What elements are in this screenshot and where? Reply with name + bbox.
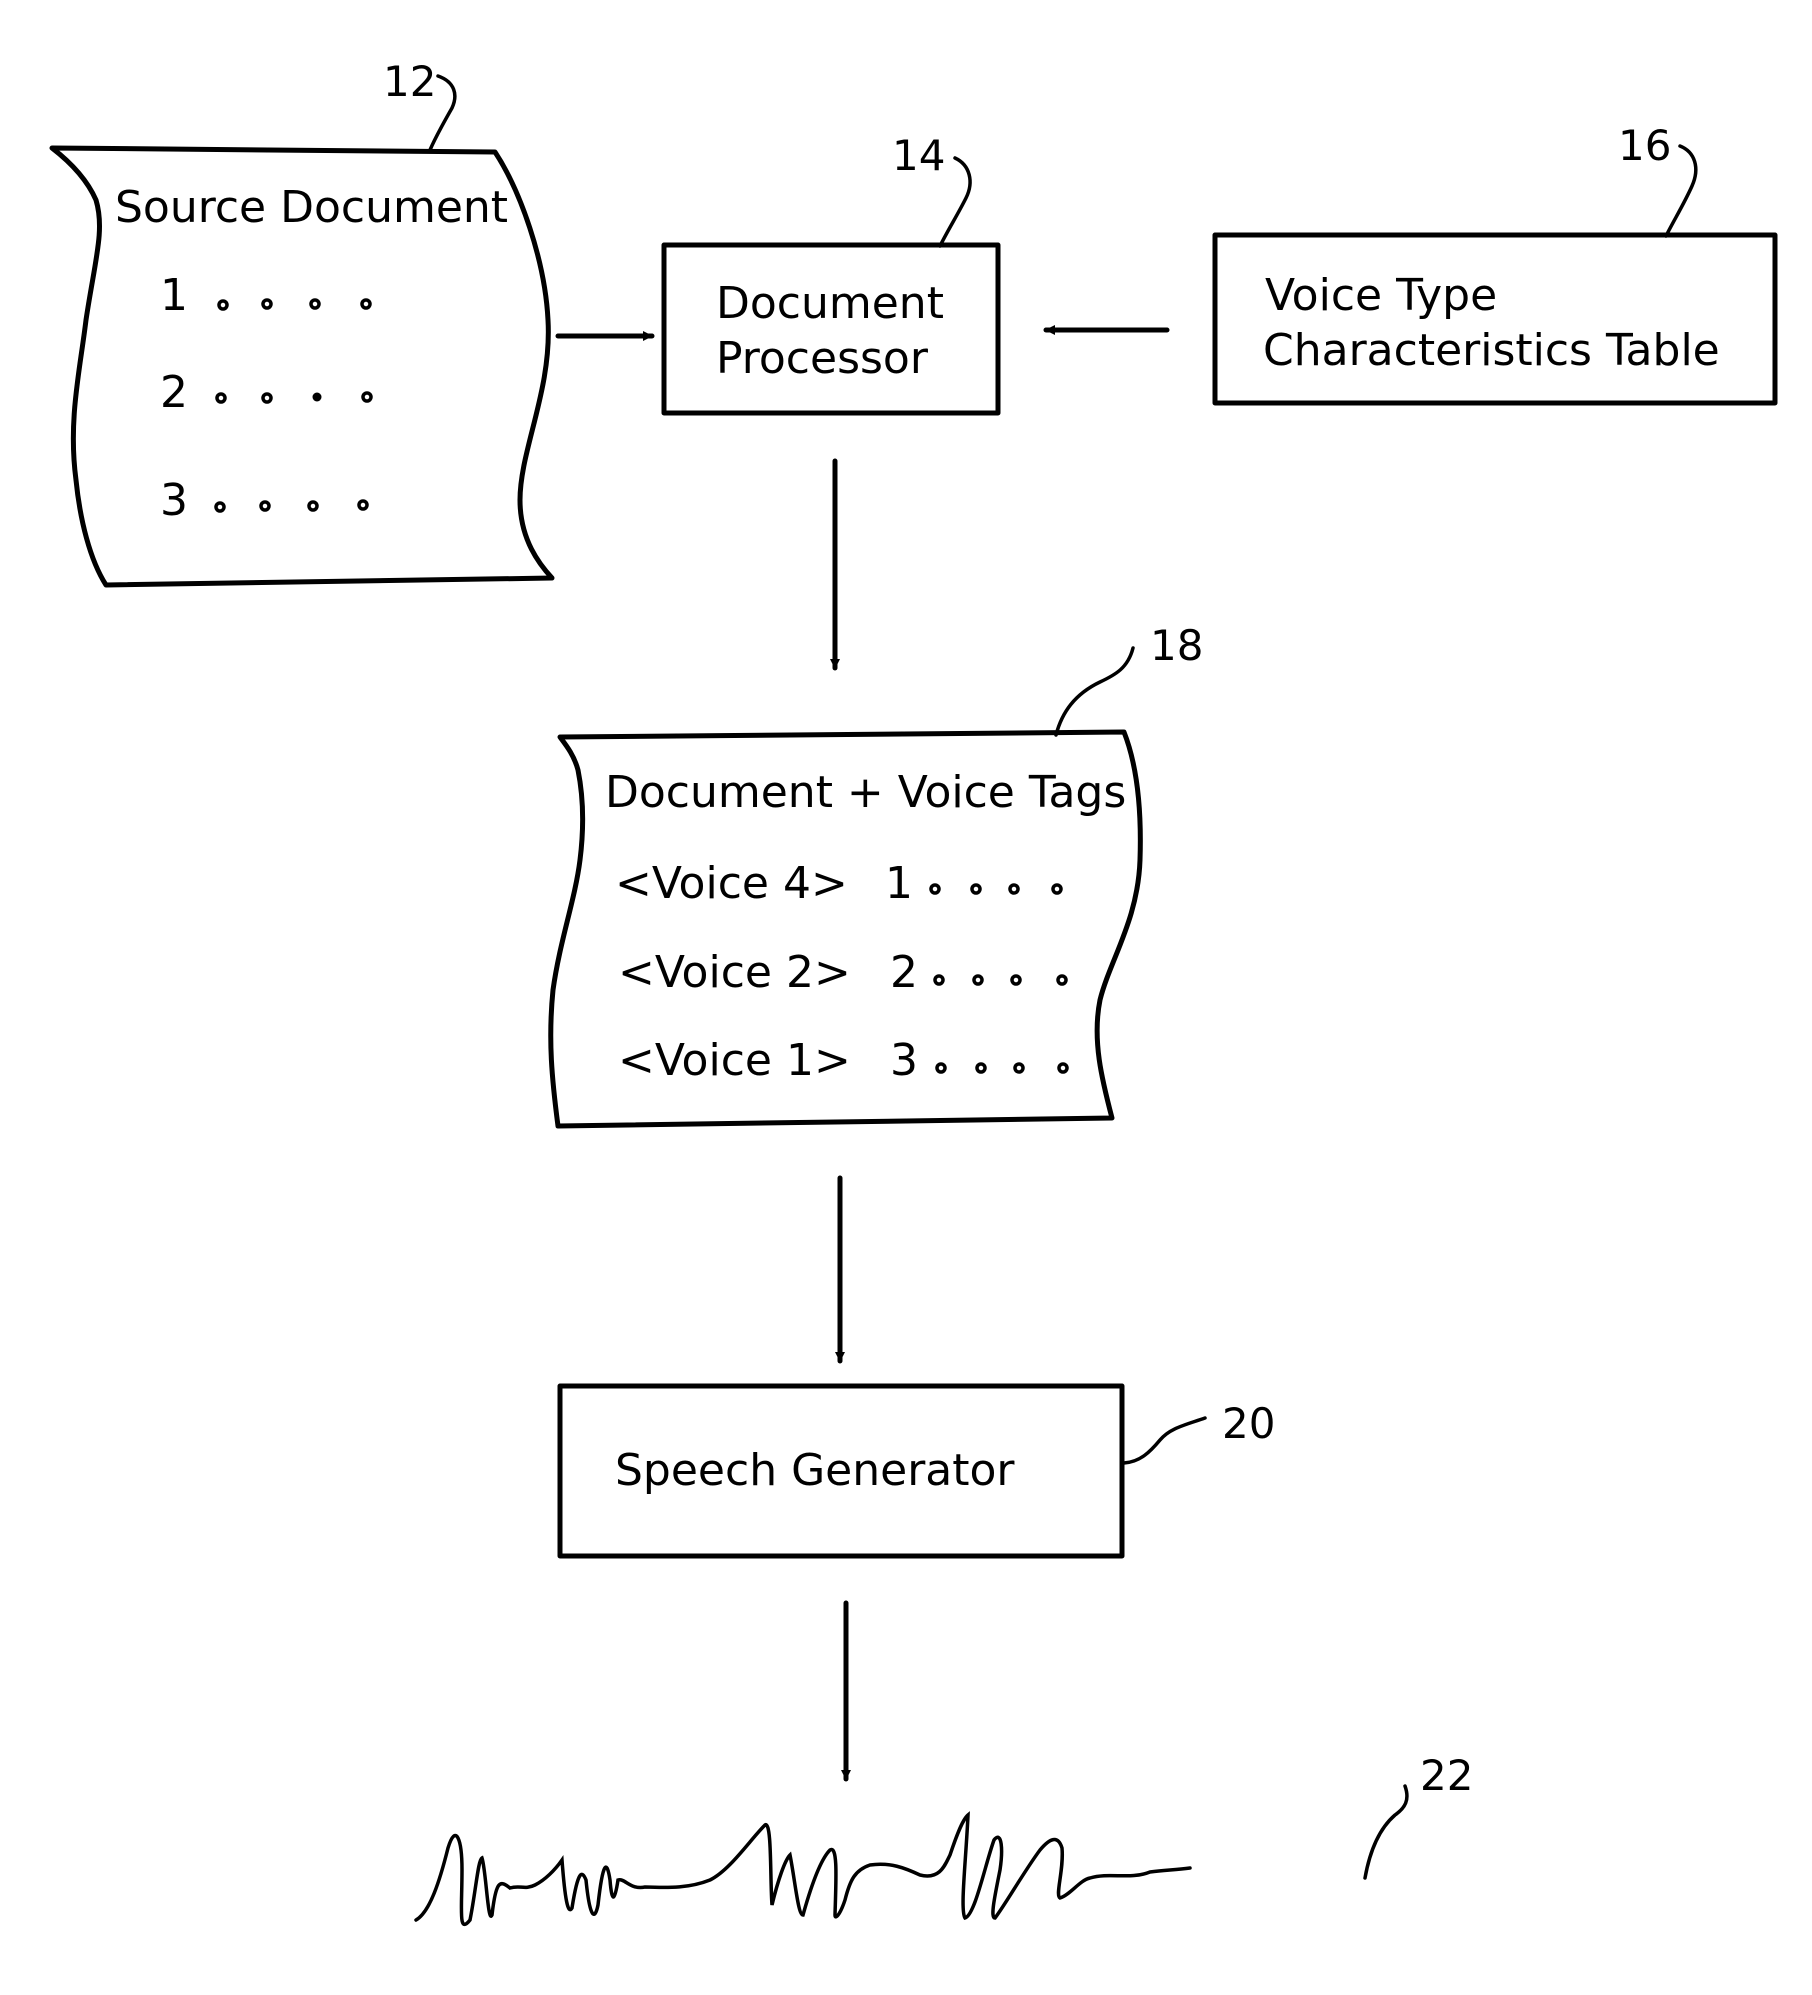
document-processor-line-2: Processor — [716, 333, 929, 384]
ref-leader-18 — [1054, 646, 1135, 737]
tagged-document-line-1: <Voice 4> 1 — [615, 858, 1063, 909]
source-document-title: Source Document — [115, 182, 508, 233]
line-item: 3 — [890, 1035, 918, 1086]
ref-label-20: 20 — [1222, 1399, 1275, 1448]
ref-leader-20 — [1122, 1416, 1207, 1465]
line-item: 1 — [885, 858, 913, 909]
speech-waveform — [414, 1811, 1192, 1927]
speech-output-node: 22 — [414, 1751, 1473, 1927]
source-document-line-2: 2 — [160, 367, 373, 418]
line-item: 2 — [890, 947, 918, 998]
tagged-document-line-2: <Voice 2> 2 — [618, 947, 1068, 998]
speech-generator-label: Speech Generator — [615, 1445, 1015, 1496]
voice-table-node: Voice Type Characteristics Table 16 — [1212, 121, 1778, 406]
document-processor-node: Document Processor 14 — [661, 131, 1001, 416]
ref-label-16: 16 — [1618, 121, 1671, 170]
ref-label-18: 18 — [1150, 621, 1203, 670]
source-document-node: Source Document 1 2 3 12 — [49, 57, 555, 588]
document-processor-box — [661, 242, 1001, 416]
source-document-line-1: 1 — [160, 270, 372, 321]
ref-leader-22 — [1363, 1784, 1409, 1880]
speech-generator-node: Speech Generator 20 — [557, 1383, 1275, 1559]
ref-label-12: 12 — [383, 57, 436, 106]
svg-text:1: 1 — [160, 270, 188, 321]
svg-text:3: 3 — [160, 475, 188, 526]
ref-label-14: 14 — [892, 131, 945, 180]
tagged-document-line-3: <Voice 1> 3 — [618, 1035, 1069, 1086]
voice-table-line-1: Voice Type — [1265, 270, 1497, 321]
svg-text:2: 2 — [160, 367, 188, 418]
tagged-document-node: Document + Voice Tags <Voice 4> 1 <Voice… — [548, 621, 1203, 1129]
voice-tag: <Voice 4> — [615, 858, 848, 909]
flow-diagram: Source Document 1 2 3 12 Document Proces… — [49, 57, 1778, 1927]
document-processor-line-1: Document — [716, 278, 944, 329]
voice-tag: <Voice 2> — [618, 947, 851, 998]
ref-label-22: 22 — [1420, 1751, 1473, 1800]
source-document-line-3: 3 — [160, 475, 369, 526]
voice-tag: <Voice 1> — [618, 1035, 851, 1086]
voice-table-line-2: Characteristics Table — [1263, 325, 1720, 376]
tagged-document-title: Document + Voice Tags — [605, 767, 1126, 818]
